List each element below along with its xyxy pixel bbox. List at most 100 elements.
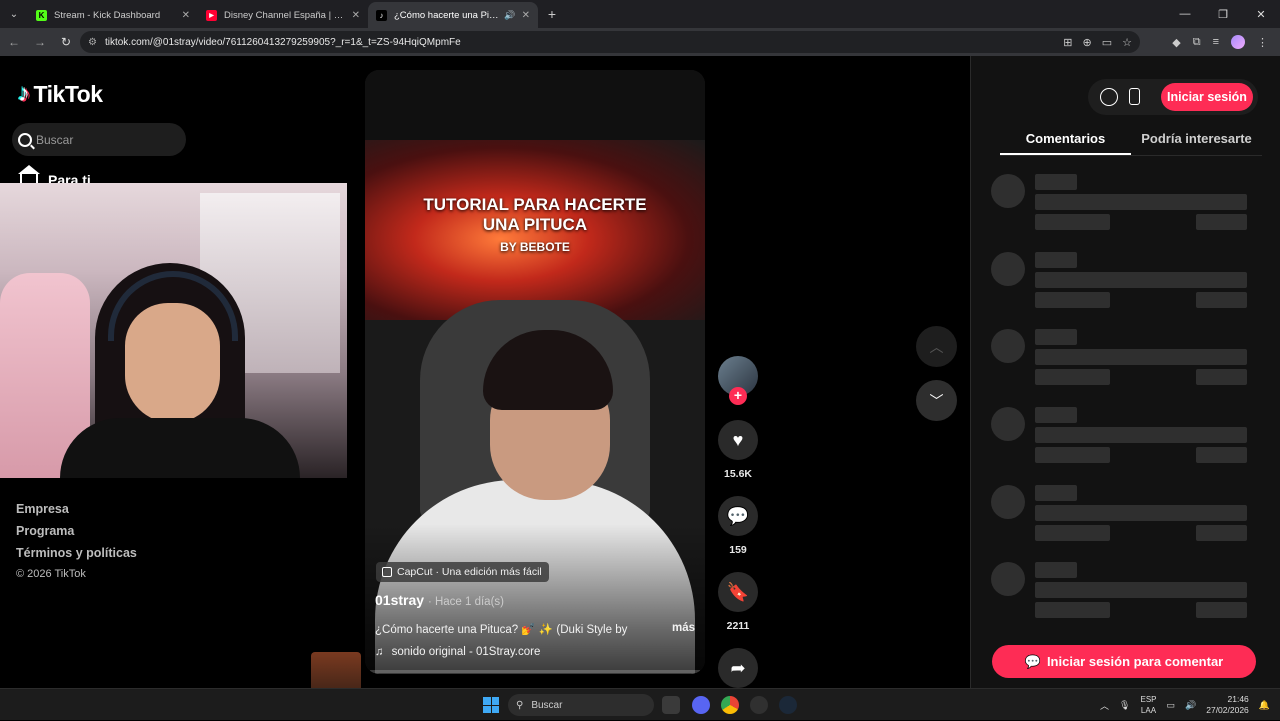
tab-disney-channel[interactable]: ▶ Disney Channel España | Videos ✕ bbox=[198, 2, 368, 28]
discord-icon[interactable] bbox=[692, 696, 710, 714]
right-panel-tabs: Comentarios Podría interesarte bbox=[1000, 128, 1262, 156]
language-indicator[interactable]: ESP LAA bbox=[1140, 694, 1156, 716]
right-panel: Iniciar sesión Comentarios Podría intere… bbox=[970, 56, 1280, 688]
minimize-icon[interactable]: — bbox=[1166, 0, 1204, 28]
extensions-puzzle-icon[interactable]: ⧉ bbox=[1193, 36, 1201, 49]
more-button[interactable]: más bbox=[672, 622, 695, 636]
like-action[interactable]: ♥ 15.6K bbox=[716, 420, 760, 480]
volume-icon[interactable]: 🔊 bbox=[1185, 700, 1196, 711]
notification-icon[interactable]: 🔔 bbox=[1259, 700, 1270, 711]
caption-by: BY BEBOTE bbox=[500, 240, 570, 254]
chevron-down-icon: ﹀ bbox=[929, 392, 944, 409]
zoom-icon[interactable]: ⊕ bbox=[1083, 36, 1092, 49]
action-bar: + ♥ 15.6K 💬 159 🔖 2211 ➦ 3375 bbox=[716, 356, 760, 708]
obs-icon[interactable] bbox=[750, 696, 768, 714]
more-menu-icon[interactable]: ⋮ bbox=[1257, 36, 1268, 49]
new-tab-button[interactable]: + bbox=[538, 6, 566, 22]
reload-icon[interactable]: ↻ bbox=[54, 30, 78, 54]
taskbar-search-input[interactable]: ⚲ Buscar bbox=[508, 694, 654, 716]
close-window-icon[interactable]: ✕ bbox=[1242, 0, 1280, 28]
search-input[interactable]: Buscar bbox=[12, 123, 186, 156]
tab-close-icon[interactable]: ✕ bbox=[522, 10, 530, 21]
comment-icon[interactable]: 💬 bbox=[718, 496, 758, 536]
video-player[interactable]: TUTORIAL PARA HACERTE UNA PITUCA BY BEBO… bbox=[365, 70, 705, 674]
tab-podria-interesarte[interactable]: Podría interesarte bbox=[1131, 128, 1262, 155]
restore-icon[interactable]: ❐ bbox=[1204, 0, 1242, 28]
profile-avatar[interactable] bbox=[1231, 35, 1245, 49]
save-count: 2211 bbox=[726, 620, 750, 632]
video-author[interactable]: 01stray bbox=[375, 592, 424, 608]
comment-action[interactable]: 💬 159 bbox=[716, 496, 760, 556]
copyright: © 2026 TikTok bbox=[16, 568, 86, 580]
clock-time: 21:46 bbox=[1227, 694, 1249, 704]
tab-kick-dashboard[interactable]: K Stream - Kick Dashboard ✕ bbox=[28, 2, 198, 28]
logo-text: TikTok bbox=[33, 80, 104, 107]
microphone-icon[interactable]: 🎙 bbox=[1119, 700, 1130, 711]
tab-title: Stream - Kick Dashboard bbox=[54, 9, 161, 21]
phone-icon[interactable] bbox=[1129, 88, 1140, 105]
tab-close-icon[interactable]: ✕ bbox=[182, 10, 190, 21]
description-text: ¿Cómo hacerte una Pituca? 💅 ✨ (Duki Styl… bbox=[375, 624, 628, 636]
footer-link-empresa[interactable]: Empresa bbox=[16, 502, 137, 516]
footer-link-terminos[interactable]: Términos y políticas bbox=[16, 546, 137, 560]
video-caption: TUTORIAL PARA HACERTE UNA PITUCA BY BEBO… bbox=[365, 195, 705, 257]
youtube-favicon-icon: ▶ bbox=[206, 9, 217, 21]
footer-link-programa[interactable]: Programa bbox=[16, 524, 137, 538]
windows-start-icon[interactable] bbox=[483, 697, 499, 713]
lang-line-1: ESP bbox=[1140, 695, 1157, 704]
tray-chevron-up-icon[interactable]: ︿ bbox=[1100, 699, 1109, 712]
taskbar-search-placeholder: Buscar bbox=[531, 699, 563, 711]
comment-skeleton bbox=[991, 485, 1251, 545]
back-arrow-icon[interactable]: ← bbox=[2, 30, 26, 54]
forward-arrow-icon[interactable]: → bbox=[28, 30, 52, 54]
kick-favicon-icon: K bbox=[36, 9, 47, 21]
follow-plus-icon[interactable]: + bbox=[729, 387, 747, 405]
cast-icon[interactable]: ▭ bbox=[1102, 36, 1112, 49]
tab-title: Disney Channel España | Videos bbox=[224, 9, 346, 21]
clock[interactable]: 21:46 27/02/2026 bbox=[1206, 694, 1249, 716]
author-avatar[interactable]: + bbox=[718, 356, 758, 405]
search-icon bbox=[18, 132, 32, 147]
video-sound[interactable]: ♫ sonido original - 01Stray.core bbox=[375, 646, 540, 658]
bookmark-icon[interactable]: 🔖 bbox=[718, 572, 758, 612]
steam-icon[interactable] bbox=[779, 696, 797, 714]
like-count: 15.6K bbox=[723, 468, 753, 480]
tab-search-icon[interactable]: ⌄ bbox=[0, 0, 28, 28]
tiktok-note-icon: ♪ bbox=[18, 80, 30, 107]
next-video-button[interactable]: ﹀ bbox=[916, 380, 957, 421]
compass-icon[interactable] bbox=[1100, 88, 1118, 106]
login-button[interactable]: Iniciar sesión bbox=[1161, 83, 1253, 111]
chrome-icon[interactable] bbox=[721, 696, 739, 714]
capcut-icon bbox=[382, 567, 392, 577]
save-action[interactable]: 🔖 2211 bbox=[716, 572, 760, 632]
tab-comentarios[interactable]: Comentarios bbox=[1000, 128, 1131, 155]
task-view-icon[interactable] bbox=[662, 696, 680, 714]
clock-date: 27/02/2026 bbox=[1206, 705, 1249, 715]
capcut-badge[interactable]: CapCut · Una edición más fácil bbox=[376, 562, 549, 582]
extension-icons: ◆ ⧉ ≡ ⋮ bbox=[1172, 28, 1280, 56]
speaker-icon[interactable]: 🔊 bbox=[504, 10, 515, 21]
site-info-icon[interactable]: ⚙ bbox=[88, 37, 97, 48]
comment-button-label: Iniciar sesión para comentar bbox=[1046, 654, 1224, 669]
previous-video-button[interactable]: ︿ bbox=[916, 326, 957, 367]
bookmark-star-icon[interactable]: ☆ bbox=[1122, 36, 1132, 49]
url-input[interactable]: ⚙ tiktok.com/@01stray/video/761126041327… bbox=[80, 31, 1140, 53]
tiktok-favicon-icon: ♪ bbox=[376, 9, 387, 21]
omnibox-icons: ⊞ ⊕ ▭ ☆ bbox=[1063, 31, 1132, 53]
tab-close-icon[interactable]: ✕ bbox=[352, 10, 360, 21]
tiktok-logo[interactable]: ♪ TikTok bbox=[18, 80, 103, 108]
tab-tiktok-video[interactable]: ♪ ¿Cómo hacerte una Pituca? 🔊 ✕ bbox=[368, 2, 538, 28]
translate-icon[interactable]: ⊞ bbox=[1063, 36, 1072, 49]
share-icon[interactable]: ➦ bbox=[718, 648, 758, 688]
reading-list-icon[interactable]: ≡ bbox=[1213, 36, 1219, 48]
comment-skeleton bbox=[991, 407, 1251, 467]
chevron-up-icon: ︿ bbox=[929, 338, 944, 355]
network-icon[interactable]: ▭ bbox=[1167, 700, 1176, 711]
heart-icon[interactable]: ♥ bbox=[718, 420, 758, 460]
login-to-comment-button[interactable]: 💬 Iniciar sesión para comentar bbox=[992, 645, 1256, 678]
lang-line-2: LAA bbox=[1140, 706, 1157, 715]
video-posted: · Hace 1 día(s) bbox=[427, 596, 504, 608]
video-progress-bar[interactable] bbox=[370, 670, 700, 673]
video-description: ¿Cómo hacerte una Pituca? 💅 ✨ (Duki Styl… bbox=[375, 622, 695, 636]
extension-diamond-icon[interactable]: ◆ bbox=[1172, 36, 1180, 49]
